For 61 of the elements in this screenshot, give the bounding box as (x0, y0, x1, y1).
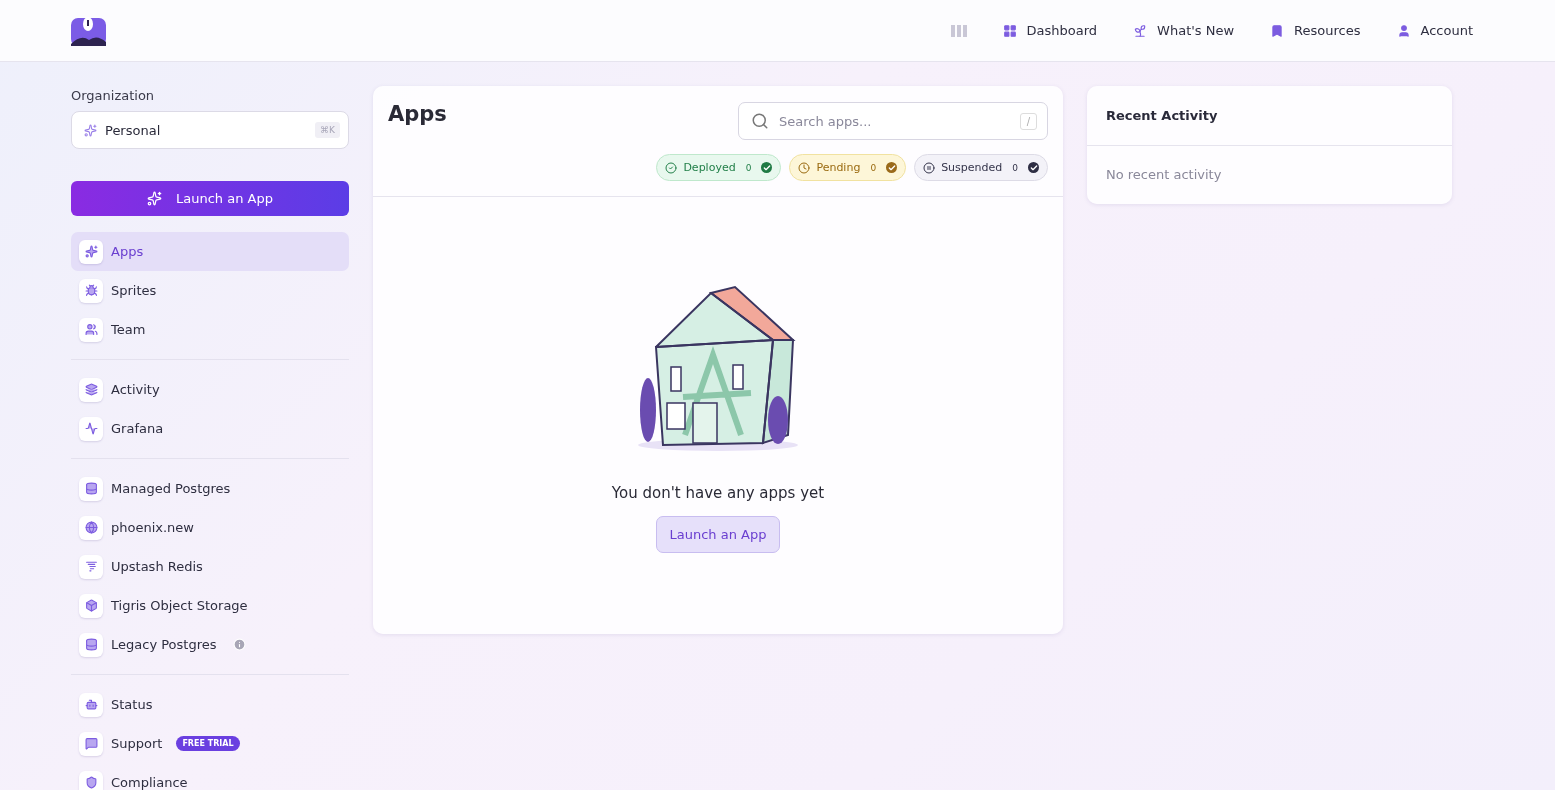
sidebar-item[interactable]: Apps (71, 232, 349, 271)
sidebar-item[interactable]: Support FREE TRIAL (71, 724, 349, 763)
nav-link[interactable]: Resources (1270, 23, 1361, 38)
sidebar-item[interactable]: Legacy Postgres (71, 625, 349, 664)
sparkle-icon (84, 123, 97, 137)
search-icon (751, 112, 769, 130)
check-icon (1028, 162, 1039, 173)
sidebar-item[interactable]: Compliance (71, 763, 349, 790)
shortcut-hint: ⌘K (315, 122, 340, 138)
sidebar-item[interactable]: Status (71, 685, 349, 724)
launch-app-button[interactable]: Launch an App (71, 181, 349, 216)
status-icon (798, 161, 811, 174)
columns-icon[interactable] (950, 24, 967, 37)
menu-item-icon (79, 317, 103, 342)
menu-item-icon (79, 632, 103, 657)
menu-item-icon (79, 770, 103, 790)
sidebar-item[interactable]: Grafana (71, 409, 349, 448)
status-icon (665, 161, 678, 174)
menu-item-icon (79, 476, 103, 501)
free-trial-badge: FREE TRIAL (176, 736, 240, 751)
sidebar-item[interactable]: Managed Postgres (71, 469, 349, 508)
menu-item-icon (79, 593, 103, 618)
check-icon (761, 162, 773, 173)
menu-item-icon (79, 731, 103, 756)
bookmark-icon (1270, 23, 1285, 38)
user-icon (1396, 23, 1411, 38)
status-icon (923, 161, 936, 174)
sprout-icon (1133, 23, 1148, 38)
menu-item-icon (79, 515, 103, 540)
sidebar-item[interactable]: Team (71, 310, 349, 349)
nav-link[interactable]: What's New (1133, 23, 1235, 38)
organization-select[interactable]: Personal ⌘K (71, 111, 349, 149)
menu-item-icon (79, 239, 103, 264)
shortcut-hint: / (1019, 112, 1037, 130)
search-input[interactable]: Search apps... (777, 112, 1012, 130)
dashboard-grid-icon (1002, 23, 1017, 38)
sparkle-icon (147, 191, 162, 206)
panel-title: Recent Activity (1087, 86, 1452, 146)
info-icon[interactable] (232, 638, 246, 651)
status-filter[interactable]: Suspended 0 (914, 154, 1048, 181)
nav-link[interactable]: Account (1396, 23, 1473, 38)
status-filter[interactable]: Pending 0 (789, 154, 907, 181)
status-filter[interactable]: Deployed 0 (656, 154, 782, 181)
sidebar-item[interactable]: Sprites (71, 271, 349, 310)
logo-icon[interactable] (71, 15, 106, 46)
sidebar-item[interactable]: Activity (71, 370, 349, 409)
menu-item-icon (79, 692, 103, 717)
page-title: Apps (388, 102, 447, 128)
sidebar-item[interactable]: phoenix.new (71, 508, 349, 547)
empty-state-message: You don't have any apps yet (611, 484, 825, 502)
check-icon (886, 162, 898, 173)
launch-app-button[interactable]: Launch an App (655, 516, 781, 553)
nav-link[interactable]: Dashboard (1002, 23, 1098, 38)
sidebar-item[interactable]: Tigris Object Storage (71, 586, 349, 625)
organization-label: Organization (71, 88, 156, 103)
menu-item-icon (79, 416, 103, 441)
menu-item-icon (79, 377, 103, 402)
menu-item-icon (79, 278, 103, 303)
empty-state-message: No recent activity (1105, 166, 1223, 184)
menu-item-icon (79, 554, 103, 579)
sidebar-item[interactable]: Upstash Redis (71, 547, 349, 586)
